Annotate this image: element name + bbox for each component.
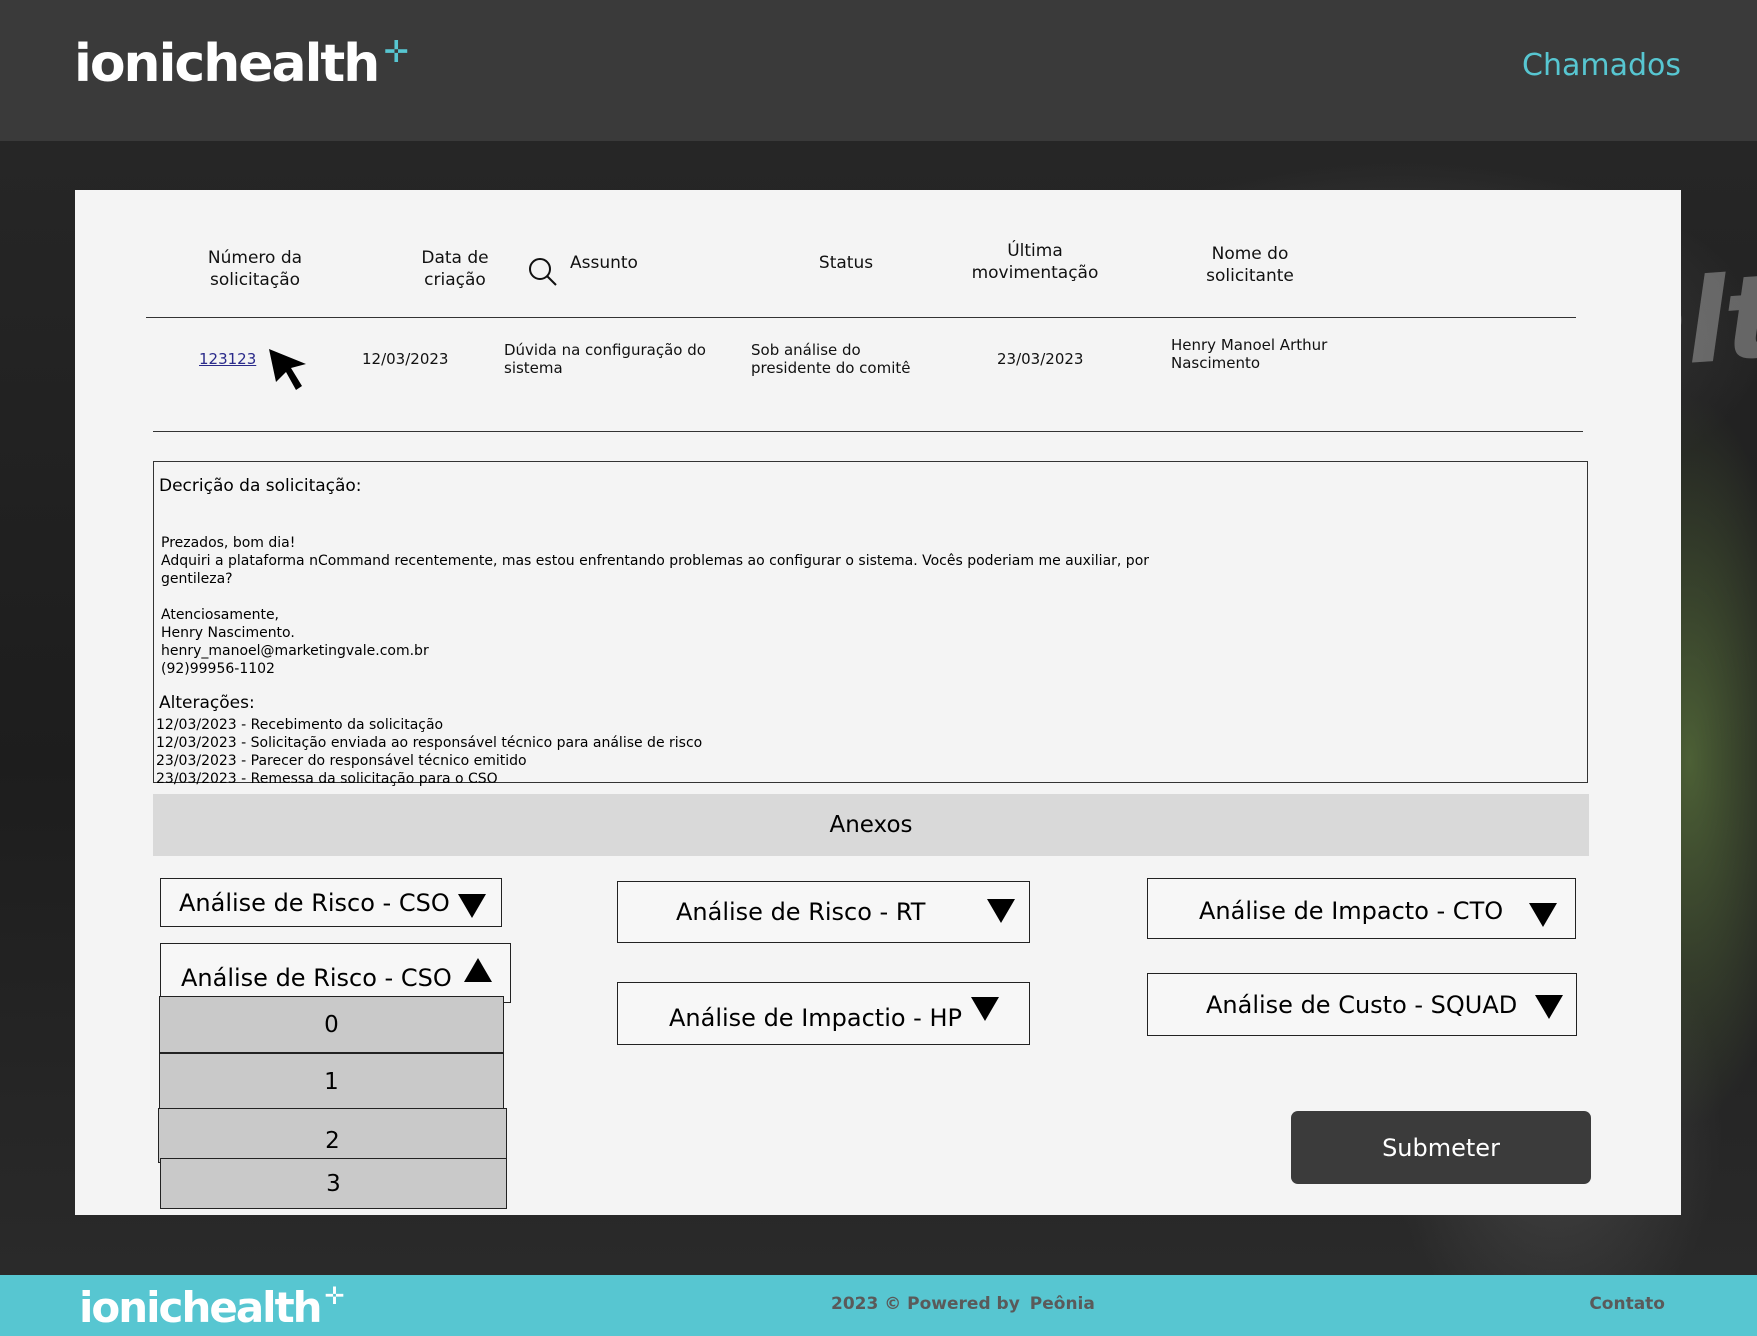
dropdown-option[interactable]: 2 [158,1108,507,1163]
triangle-down-icon [1529,903,1557,927]
triangle-up-icon [464,958,492,982]
select-impact-hp[interactable]: Análise de Impactio - HP [617,982,1030,1045]
search-icon[interactable] [527,256,559,288]
dropdown-option[interactable]: 1 [159,1053,504,1111]
header-subject: Assunto [570,253,638,273]
select-impact-cto[interactable]: Análise de Impacto - CTO [1147,878,1576,939]
changes-list: 12/03/2023 - Recebimento da solicitação … [156,717,703,787]
powered-by-brand[interactable]: Peônia [1030,1294,1095,1314]
table-header-divider [146,317,1576,318]
request-panel: Número da solicitação Data de criação As… [75,190,1681,1215]
logo-text: ionichealth [74,34,380,94]
triangle-down-icon [987,899,1015,923]
footer-copyright: 2023 © Powered by Peônia [831,1294,1095,1314]
description-body: Prezados, bom dia! Adquiri a plataforma … [161,535,1150,677]
header-logo[interactable]: ionichealth ✛ [74,34,410,94]
row-last-move: 23/03/2023 [997,350,1084,368]
logo-cross-icon: ✛ [383,35,409,70]
select-risk-cso[interactable]: Análise de Risco - CSO [160,878,502,927]
table-row-divider [153,431,1583,432]
footer-logo-text: ionichealth [79,1283,323,1332]
select-risk-rt[interactable]: Análise de Risco - RT [617,881,1030,943]
header-number: Número da solicitação [207,248,303,290]
request-description-box: Decrição da solicitação: Prezados, bom d… [153,461,1588,787]
row-status: Sob análise do presidente do comitê [751,341,911,377]
select-risk-cso-label: Análise de Risco - CSO [179,888,450,917]
triangle-down-icon [1535,995,1563,1019]
header-created: Data de criação [421,248,489,290]
triangle-down-icon [971,997,999,1021]
header-requester: Nome do solicitante [1206,244,1294,286]
submit-button[interactable]: Submeter [1291,1111,1591,1184]
header-last-move: Última movimentação [971,241,1099,283]
row-requester: Henry Manoel Arthur Nascimento [1171,336,1328,372]
contact-link[interactable]: Contato [1589,1294,1665,1314]
select-cost-squad[interactable]: Análise de Custo - SQUAD [1147,973,1577,1036]
header-status: Status [818,253,874,273]
select-impact-cto-label: Análise de Impacto - CTO [1199,896,1504,925]
select-risk-rt-label: Análise de Risco - RT [676,898,926,926]
cursor-arrow-icon [266,346,312,392]
select-risk-cso-open[interactable]: Análise de Risco - CSO [160,943,511,1003]
logo-cross-icon: ✛ [324,1282,344,1310]
dropdown-option[interactable]: 3 [160,1158,507,1209]
nav-chamados-link[interactable]: Chamados [1522,48,1681,83]
request-number-link[interactable]: 123123 [199,350,256,368]
top-header: ionichealth ✛ Chamados [0,0,1757,141]
footer: ionichealth ✛ 2023 © Powered by Peônia C… [0,1275,1757,1336]
changes-label: Alterações: [159,693,255,713]
select-cost-squad-label: Análise de Custo - SQUAD [1206,990,1518,1019]
triangle-down-icon [458,894,486,918]
footer-logo[interactable]: ionichealth ✛ [79,1283,345,1332]
row-subject: Dúvida na configuração do sistema [504,341,706,377]
select-risk-cso-open-label: Análise de Risco - CSO [181,964,452,992]
row-created: 12/03/2023 [362,350,449,368]
dropdown-option[interactable]: 0 [159,996,504,1053]
description-label: Decrição da solicitação: [159,476,362,496]
copyright-text: 2023 © Powered by [831,1294,1020,1314]
select-impact-hp-label: Análise de Impactio - HP [669,1003,962,1032]
attachments-section-header[interactable]: Anexos [153,794,1589,856]
